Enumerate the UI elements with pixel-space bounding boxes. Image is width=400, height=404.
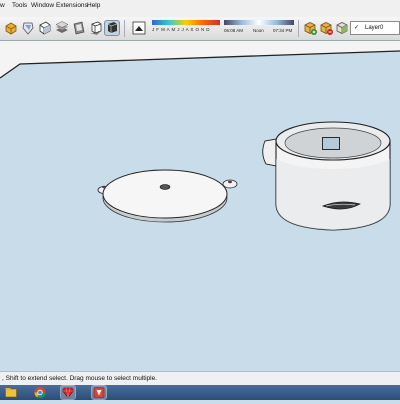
- time-noon-label: Noon: [253, 28, 264, 33]
- ruby-icon[interactable]: [60, 385, 76, 400]
- toolbar-separator: [298, 20, 299, 37]
- fog-icon[interactable]: [104, 20, 120, 36]
- scene-canvas: [0, 41, 400, 231]
- toolbar-separator: [124, 20, 125, 37]
- shadow-month-slider[interactable]: J F M A M J J A S O N D: [152, 19, 220, 37]
- taskbar: [0, 385, 400, 400]
- delete-layer-icon[interactable]: [318, 20, 334, 36]
- file-explorer-icon[interactable]: [4, 386, 18, 399]
- styles-icon[interactable]: [37, 20, 53, 36]
- sketchup-icon[interactable]: [91, 385, 107, 400]
- components-icon[interactable]: [3, 20, 19, 36]
- chrome-icon[interactable]: [33, 386, 47, 399]
- menu-view[interactable]: w: [0, 2, 5, 9]
- menu-bar: w Tools Window Extensions Help: [0, 0, 400, 18]
- menu-help[interactable]: Help: [87, 2, 100, 9]
- menu-tools[interactable]: Tools: [12, 2, 27, 9]
- layer-dropdown-value: Layer0: [365, 25, 384, 31]
- modeling-viewport[interactable]: [0, 41, 400, 371]
- cylindrical-housing-part[interactable]: [262, 121, 391, 231]
- time-end-label: 07:34 PM: [273, 28, 293, 33]
- toolbar: J F M A M J J A S O N D 06:08 AM Noon 07…: [0, 17, 400, 41]
- menu-window[interactable]: Window: [31, 2, 54, 9]
- layers-icon[interactable]: [54, 20, 70, 36]
- shadow-time-slider[interactable]: 06:08 AM Noon 07:34 PM: [224, 19, 294, 37]
- layer-check-icon: ✓: [354, 25, 360, 31]
- shadows-icon[interactable]: [88, 20, 104, 36]
- flat-lid-part[interactable]: [97, 169, 238, 223]
- materials-icon[interactable]: [20, 20, 36, 36]
- layer-dropdown[interactable]: ✓ Layer0: [350, 21, 400, 35]
- time-start-label: 06:08 AM: [224, 28, 244, 33]
- menu-extensions[interactable]: Extensions: [56, 2, 88, 9]
- status-text: , Shift to extend select. Drag mouse to …: [2, 375, 157, 382]
- scenes-icon[interactable]: [71, 20, 87, 36]
- month-labels: J F M A M J J A S O N D: [152, 27, 210, 32]
- time-gradient: [224, 20, 294, 25]
- shadow-toggle-icon[interactable]: [131, 20, 147, 36]
- month-gradient: [152, 20, 220, 25]
- add-layer-icon[interactable]: [302, 20, 318, 36]
- back-wall: [0, 41, 400, 78]
- layer-color-icon[interactable]: [334, 20, 350, 36]
- status-bar: , Shift to extend select. Drag mouse to …: [0, 371, 400, 386]
